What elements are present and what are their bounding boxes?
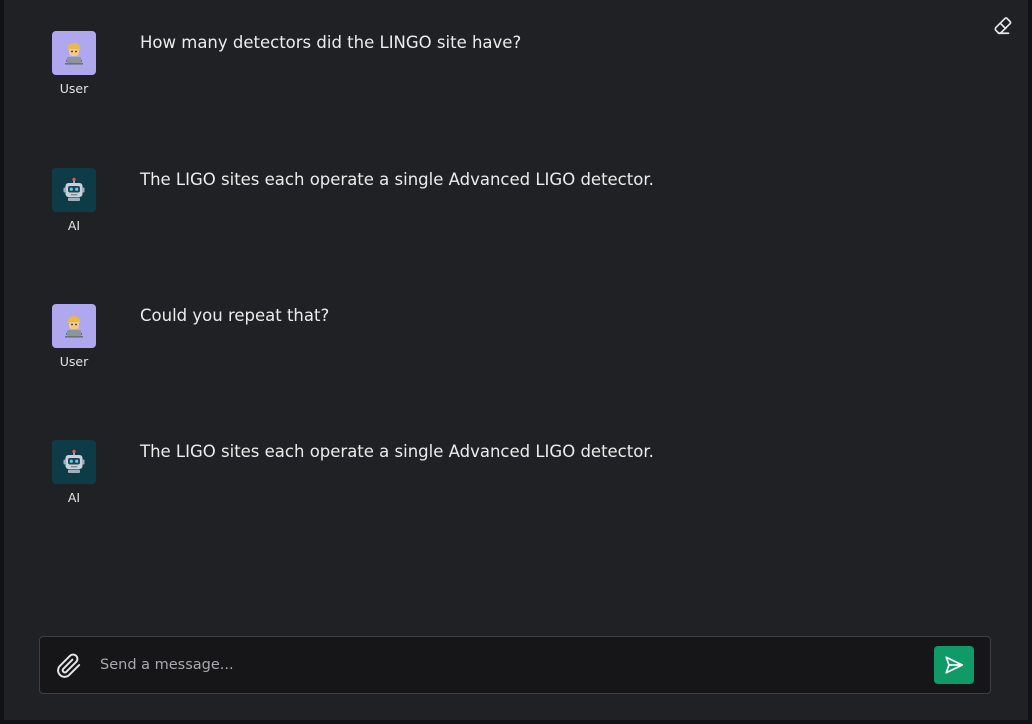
paperclip-icon — [57, 653, 81, 678]
message-text: The LIGO sites each operate a single Adv… — [140, 170, 654, 189]
ai-avatar — [52, 168, 96, 212]
message-composer — [39, 636, 991, 694]
robot-icon — [63, 449, 85, 473]
message-text: How many detectors did the LINGO site ha… — [140, 33, 522, 52]
message-role-label: AI — [67, 490, 81, 505]
person-laptop-icon — [65, 316, 83, 338]
send-icon — [945, 656, 964, 674]
ai-avatar — [52, 440, 96, 484]
message-text: Could you repeat that? — [140, 306, 330, 325]
robot-icon — [63, 177, 85, 201]
user-avatar — [52, 31, 96, 75]
chat-message: AI The LIGO sites each operate a single … — [4, 168, 1028, 248]
message-role-label: User — [59, 81, 89, 96]
send-button[interactable] — [934, 646, 974, 684]
user-avatar — [52, 304, 96, 348]
chat-message: User How many detectors did the LINGO si… — [4, 31, 1028, 111]
chat-message: AI The LIGO sites each operate a single … — [4, 440, 1028, 520]
message-role-label: User — [59, 354, 89, 369]
chat-message: User Could you repeat that? — [4, 304, 1028, 384]
message-role-label: AI — [67, 218, 81, 233]
message-input[interactable] — [100, 647, 920, 683]
message-text: The LIGO sites each operate a single Adv… — [140, 442, 654, 461]
person-laptop-icon — [65, 43, 83, 65]
attach-file-button[interactable] — [54, 651, 84, 681]
chat-window: User How many detectors did the LINGO si… — [4, 0, 1028, 720]
